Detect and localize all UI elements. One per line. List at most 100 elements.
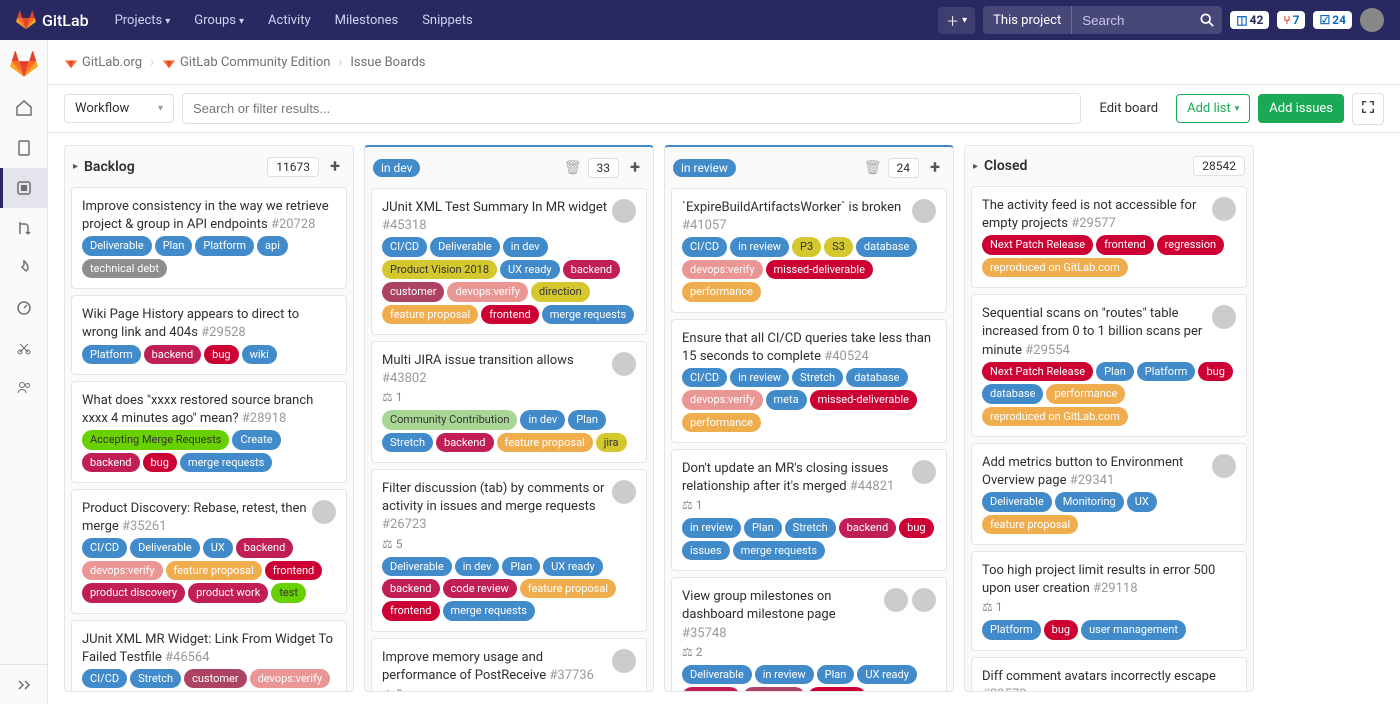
label[interactable]: Next Patch Release — [982, 362, 1093, 381]
label[interactable]: missed-deliverable — [766, 260, 873, 279]
mr-count[interactable]: ⑂7 — [1277, 11, 1305, 29]
label[interactable]: performance — [682, 413, 761, 432]
label[interactable]: merge requests — [443, 601, 535, 620]
label[interactable]: Plan — [155, 236, 193, 255]
label[interactable]: technical debt — [82, 259, 167, 278]
label[interactable]: frontend — [1096, 235, 1154, 254]
label[interactable]: Next Patch Release — [982, 235, 1093, 254]
todo-count[interactable]: ☑24 — [1313, 11, 1352, 29]
label[interactable]: in review — [682, 518, 741, 537]
label[interactable]: in review — [755, 665, 814, 684]
label[interactable]: wiki — [242, 345, 277, 364]
sidebar-issues[interactable] — [0, 168, 48, 208]
label[interactable]: devops:verify — [682, 260, 763, 279]
search-input[interactable] — [1072, 6, 1192, 34]
label[interactable]: feature proposal — [166, 561, 262, 580]
label[interactable]: backend — [436, 433, 494, 452]
list-body[interactable]: `ExpireBuildArtifactsWorker` is broken #… — [665, 188, 953, 691]
label[interactable]: missed-deliverable — [810, 390, 917, 409]
assignee-avatar[interactable] — [612, 352, 636, 376]
label[interactable]: database — [856, 237, 917, 256]
nav-groups[interactable]: Groups▾ — [184, 7, 254, 34]
assignee-avatar[interactable] — [884, 588, 908, 612]
label[interactable]: merge requests — [733, 541, 825, 560]
label[interactable]: merge requests — [542, 305, 634, 324]
add-issues-button[interactable]: Add issues — [1258, 94, 1344, 123]
nav-activity[interactable]: Activity — [258, 7, 321, 34]
issue-card[interactable]: JUnit XML Test Summary In MR widget #453… — [371, 188, 647, 335]
label[interactable]: frontend — [382, 601, 440, 620]
label[interactable]: Deliverable — [682, 665, 752, 684]
label[interactable]: Stretch — [792, 368, 843, 387]
label[interactable]: Plan — [817, 665, 855, 684]
label[interactable]: UX ready — [500, 260, 560, 279]
caret-icon[interactable]: ▸ — [73, 161, 78, 172]
label[interactable]: jira — [596, 433, 627, 452]
issue-card[interactable]: Don't update an MR's closing issues rela… — [671, 449, 947, 571]
label[interactable]: in dev — [503, 237, 548, 256]
nav-projects[interactable]: Projects▾ — [105, 7, 181, 34]
list-body[interactable]: The activity feed is not accessible for … — [965, 186, 1253, 691]
issue-card[interactable]: JUnit XML MR Widget: Link From Widget To… — [71, 620, 347, 691]
label[interactable]: merge requests — [180, 453, 272, 472]
label[interactable]: Product Vision 2018 — [382, 260, 497, 279]
sidebar-operations[interactable] — [0, 288, 48, 328]
issue-card[interactable]: Add metrics button to Environment Overvi… — [971, 443, 1247, 545]
search-scope[interactable]: This project — [983, 6, 1072, 34]
label[interactable]: Monitoring — [1055, 492, 1124, 511]
label[interactable]: devops:verify — [447, 282, 528, 301]
label[interactable]: code review — [443, 579, 517, 598]
add-issue-button[interactable]: + — [625, 157, 645, 178]
edit-board-button[interactable]: Edit board — [1089, 95, 1168, 122]
label[interactable]: Deliverable — [82, 236, 152, 255]
label[interactable]: frontend — [808, 687, 866, 691]
sidebar-merge-requests[interactable] — [0, 208, 48, 248]
issue-card[interactable]: Ensure that all CI/CD queries take less … — [671, 319, 947, 444]
label[interactable]: bug — [1044, 620, 1078, 639]
label[interactable]: performance — [1046, 384, 1125, 403]
label[interactable]: regression — [1157, 235, 1224, 254]
issue-card[interactable]: Sequential scans on "routes" table incre… — [971, 294, 1247, 437]
issue-card[interactable]: Improve consistency in the way we retrie… — [71, 187, 347, 289]
label[interactable]: backend — [382, 579, 440, 598]
delete-list-button[interactable]: 🗑 — [564, 160, 582, 176]
project-avatar[interactable] — [4, 44, 44, 84]
breadcrumb-group[interactable]: GitLab.org — [64, 55, 142, 70]
label[interactable]: backend — [236, 538, 294, 557]
issue-card[interactable]: Multi JIRA issue transition allows #4380… — [371, 341, 647, 463]
label[interactable]: bug — [204, 345, 238, 364]
issue-card[interactable]: Wiki Page History appears to direct to w… — [71, 295, 347, 375]
label[interactable]: Stretch — [785, 518, 836, 537]
label[interactable]: Stretch — [382, 433, 433, 452]
focus-mode-button[interactable] — [1352, 93, 1384, 125]
issue-card[interactable]: The activity feed is not accessible for … — [971, 186, 1247, 288]
label[interactable]: reproduced on GitLab.com — [982, 407, 1128, 426]
assignee-avatar[interactable] — [912, 588, 936, 612]
assignee-avatar[interactable] — [1212, 454, 1236, 478]
label[interactable]: bug — [143, 453, 177, 472]
assignee-avatar[interactable] — [312, 500, 336, 524]
sidebar-snippets[interactable] — [0, 328, 48, 368]
list-body[interactable]: JUnit XML Test Summary In MR widget #453… — [365, 188, 653, 691]
assignee-avatar[interactable] — [1212, 197, 1236, 221]
sidebar-repository[interactable] — [0, 128, 48, 168]
issue-card[interactable]: Diff comment avatars incorrectly escape … — [971, 657, 1247, 691]
label[interactable]: P3 — [792, 237, 821, 256]
label[interactable]: api — [257, 236, 288, 255]
label[interactable]: UX ready — [857, 665, 917, 684]
label[interactable]: Platform — [82, 345, 141, 364]
label[interactable]: in dev — [455, 557, 500, 576]
label[interactable]: CI/CD — [382, 237, 427, 256]
label[interactable]: frontend — [481, 305, 539, 324]
gitlab-logo[interactable]: GitLab — [16, 10, 89, 30]
board-switcher[interactable]: Workflow▾ — [64, 94, 174, 123]
label[interactable]: Platform — [195, 236, 254, 255]
issue-card[interactable]: `ExpireBuildArtifactsWorker` is broken #… — [671, 188, 947, 313]
add-list-button[interactable]: Add list▾ — [1176, 94, 1250, 123]
label[interactable]: issues — [682, 541, 730, 560]
label[interactable]: CI/CD — [682, 368, 727, 387]
label[interactable]: Community Contribution — [382, 410, 517, 429]
label[interactable]: feature proposal — [982, 515, 1078, 534]
label[interactable]: reproduced on GitLab.com — [982, 258, 1128, 277]
filter-input[interactable] — [182, 93, 1081, 124]
